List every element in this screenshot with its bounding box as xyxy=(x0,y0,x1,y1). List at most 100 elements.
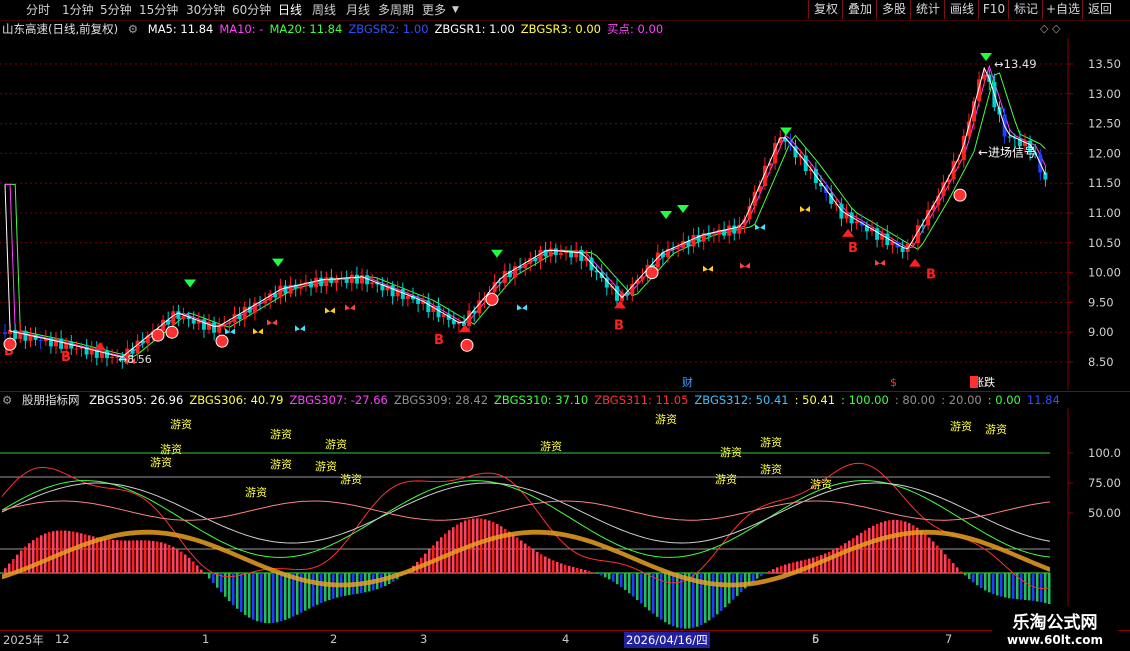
candle-body xyxy=(284,286,288,294)
sub-header-item-2: ZBGS307: -27.66 xyxy=(290,393,388,407)
period-8[interactable]: 月线 xyxy=(346,2,370,18)
candlestick-chart[interactable]: 13.5013.0012.5012.0011.5011.0010.5010.00… xyxy=(0,38,1130,390)
watermark-logo: 乐淘公式网 www.60lt.com xyxy=(992,606,1118,648)
osc-histogram-bar xyxy=(868,528,871,573)
sub-indicator-header: ⚙ 股朋指标网 ZBGS305: 26.96ZBGS306: 40.79ZBGS… xyxy=(2,392,1072,408)
osc-histogram-bar xyxy=(516,537,519,573)
osc-histogram-bar xyxy=(148,541,151,573)
period-0[interactable]: 分时 xyxy=(26,2,50,18)
osc-histogram-bar xyxy=(652,573,655,614)
toolbar-button-8[interactable]: 返回 xyxy=(1082,0,1117,19)
cursor-date-label: 2026/04/16/四 xyxy=(624,632,710,648)
osc-histogram-bar xyxy=(104,539,107,573)
osc-histogram-bar xyxy=(236,573,239,609)
osc-histogram-bar xyxy=(864,530,867,573)
candle-body xyxy=(110,357,114,358)
sub-header-item-10: : 20.00 xyxy=(941,393,981,407)
period-6[interactable]: 日线 xyxy=(278,2,302,18)
period-7[interactable]: 周线 xyxy=(312,2,336,18)
period-3[interactable]: 15分钟 xyxy=(139,2,178,18)
youzi-label: 游资 xyxy=(715,473,737,486)
osc-histogram-bar xyxy=(80,533,83,573)
badge-icon xyxy=(166,326,178,338)
osc-histogram-bar xyxy=(824,554,827,573)
osc-histogram-bar xyxy=(156,541,159,573)
osc-histogram-bar xyxy=(524,543,527,573)
osc-axis-label: 100.0 xyxy=(1088,446,1121,460)
osc-histogram-bar xyxy=(172,547,175,573)
main-header-item-2: MA20: 11.84 xyxy=(269,22,342,36)
period-10[interactable]: 更多 xyxy=(422,2,446,18)
osc-histogram-bar xyxy=(876,524,879,573)
osc-histogram-bar xyxy=(536,552,539,573)
toolbar-button-0[interactable]: 复权 xyxy=(808,0,843,19)
osc-histogram-bar xyxy=(964,573,967,575)
toolbar-button-6[interactable]: 标记 xyxy=(1008,0,1043,19)
osc-histogram-bar xyxy=(556,562,559,573)
osc-histogram-bar xyxy=(240,573,243,612)
candle-body xyxy=(207,322,211,329)
period-1[interactable]: 1分钟 xyxy=(62,2,94,18)
toolbar-button-5[interactable]: F10 xyxy=(978,0,1009,19)
butterfly-icon xyxy=(755,224,765,230)
osc-histogram-bar xyxy=(676,573,679,628)
butterfly-icon xyxy=(253,328,263,334)
period-9[interactable]: 多周期 xyxy=(378,2,414,18)
osc-histogram-bar xyxy=(668,573,671,624)
candle-body xyxy=(212,322,216,332)
oscillator-chart[interactable]: 100.075.0050.00游资游资游资游资游资游资游资游资游资游资游资游资游… xyxy=(0,408,1130,630)
candle-body xyxy=(727,226,731,236)
osc-histogram-bar xyxy=(4,568,7,573)
candle-body xyxy=(712,235,716,236)
candle-body xyxy=(74,349,78,350)
candle-body xyxy=(176,311,180,319)
toolbar-button-4[interactable]: 画线 xyxy=(944,0,979,19)
sell-signal-arrow xyxy=(491,250,503,258)
osc-histogram-bar xyxy=(132,540,135,573)
candle-body xyxy=(345,278,349,283)
osc-axis-label: 50.00 xyxy=(1088,506,1121,520)
settings-icon[interactable]: ⚙ xyxy=(2,393,12,407)
candle-body xyxy=(309,282,313,287)
chart-corner-icons[interactable]: ◇ ◇ xyxy=(1040,22,1060,35)
price-label: 8.50 xyxy=(1088,355,1114,369)
candle-body xyxy=(426,300,430,312)
candle-body xyxy=(355,275,359,284)
butterfly-icon xyxy=(345,304,355,310)
youzi-label: 游资 xyxy=(540,440,562,453)
osc-histogram-bar xyxy=(568,566,571,573)
candle-body xyxy=(324,277,328,286)
candle-body xyxy=(498,282,502,283)
osc-histogram-bar xyxy=(616,573,619,584)
osc-histogram-bar xyxy=(212,573,215,583)
toolbar-button-1[interactable]: 叠加 xyxy=(842,0,877,19)
sub-header-item-1: ZBGS306: 40.79 xyxy=(189,393,283,407)
more-dropdown-icon[interactable]: ▼ xyxy=(452,2,459,18)
candle-body xyxy=(105,351,109,358)
candle-body xyxy=(391,285,395,296)
butterfly-icon xyxy=(267,319,277,325)
period-5[interactable]: 60分钟 xyxy=(232,2,271,18)
badge-icon xyxy=(152,329,164,341)
settings-icon[interactable]: ⚙ xyxy=(128,22,138,36)
osc-histogram-bar xyxy=(708,573,711,620)
osc-histogram-bar xyxy=(784,565,787,573)
candle-body xyxy=(569,252,573,257)
osc-histogram-bar xyxy=(860,533,863,573)
osc-histogram-bar xyxy=(548,559,551,573)
toolbar-button-3[interactable]: 统计 xyxy=(910,0,945,19)
buy-signal-arrow xyxy=(909,259,921,267)
period-2[interactable]: 5分钟 xyxy=(100,2,132,18)
candle-body xyxy=(574,250,578,257)
candle-body xyxy=(370,282,374,284)
period-4[interactable]: 30分钟 xyxy=(186,2,225,18)
sub-header-item-4: ZBGS310: 37.10 xyxy=(494,393,588,407)
osc-histogram-bar xyxy=(268,573,271,623)
toolbar-button-2[interactable]: 多股 xyxy=(876,0,911,19)
osc-histogram-bar xyxy=(140,540,143,573)
osc-histogram-bar xyxy=(640,573,643,604)
candle-body xyxy=(350,275,354,283)
osc-histogram-bar xyxy=(956,567,959,573)
osc-histogram-bar xyxy=(288,573,291,618)
toolbar-button-7[interactable]: +自选 xyxy=(1042,0,1083,19)
